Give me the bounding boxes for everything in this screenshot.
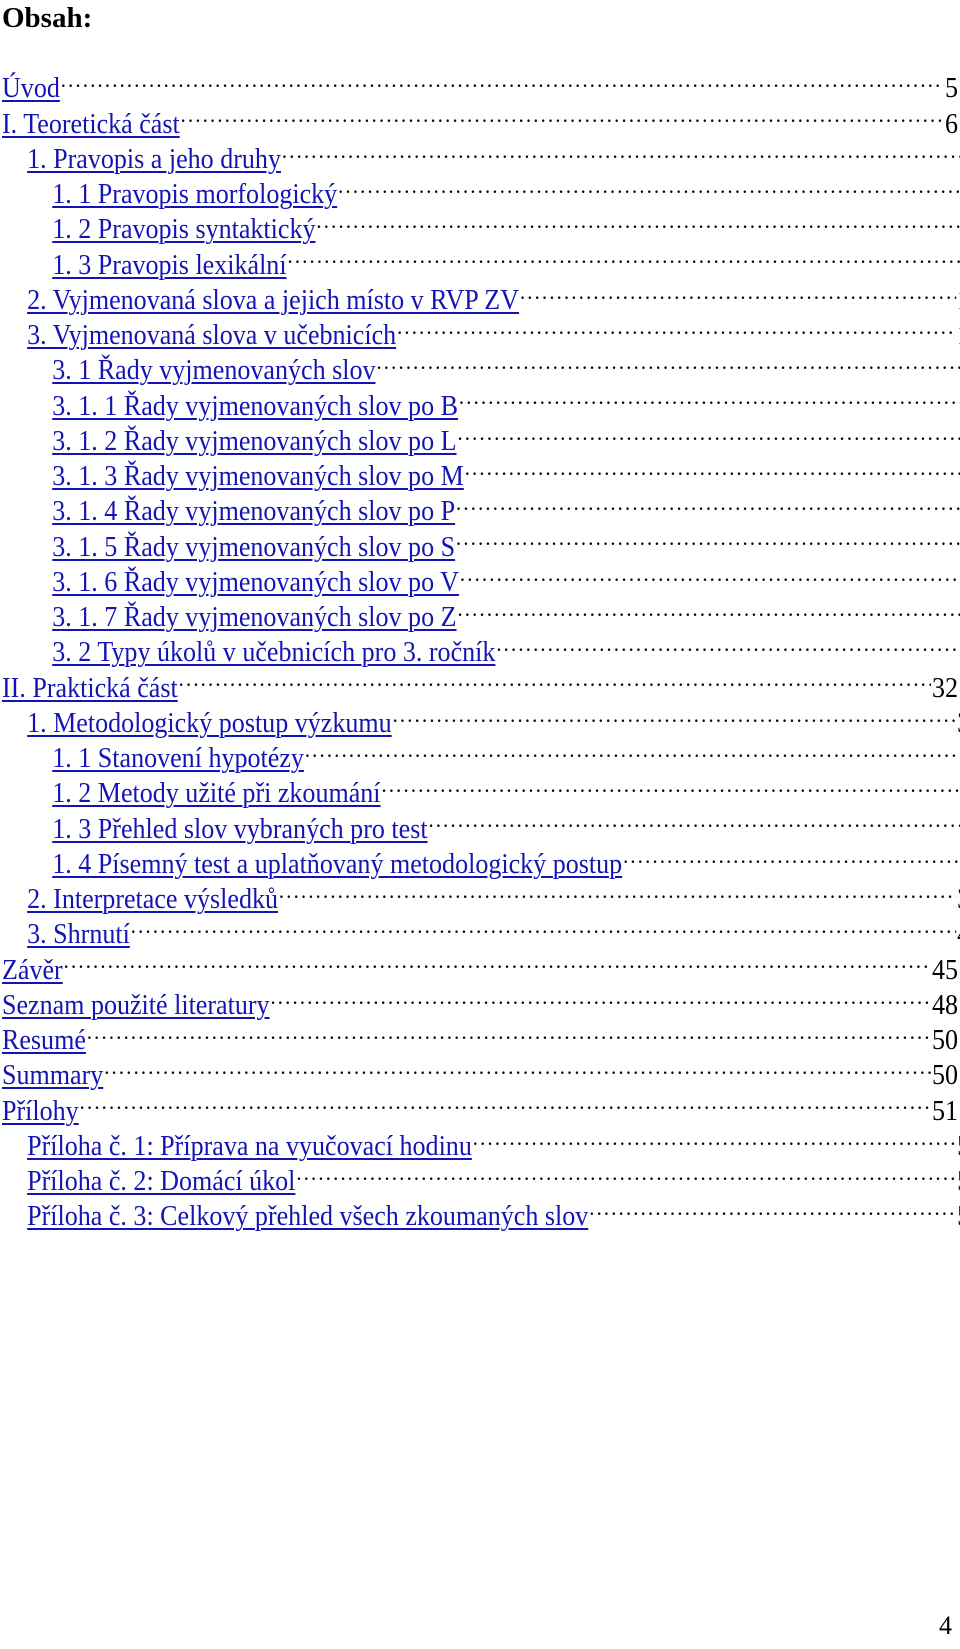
dot-leader (296, 1155, 956, 1190)
toc-entry: 3. 1 Řady vyjmenovaných slov17 (2, 344, 960, 386)
dot-leader (456, 520, 960, 555)
dot-leader (270, 979, 931, 1014)
toc-entry: 1. 3 Přehled slov vybraných pro test33 (2, 802, 960, 844)
toc-entry: 1. Metodologický postup výzkumu32 (2, 697, 960, 739)
toc-entry: 1. 1 Pravopis morfologický6 (2, 168, 960, 210)
toc-entry: 1. 1 Stanovení hypotézy32 (2, 732, 960, 774)
dot-leader (305, 732, 960, 767)
toc-entry: 3. 1. 2 Řady vyjmenovaných slov po L18 (2, 415, 960, 457)
table-of-contents: Úvod5I. Teoretická část61. Pravopis a je… (2, 62, 960, 1232)
dot-leader (381, 767, 960, 802)
toc-entry: Přílohy51 (2, 1084, 958, 1126)
toc-entry: 3. Vyjmenovaná slova v učebnicích16 (2, 309, 960, 351)
page-number: 4 (939, 1611, 952, 1640)
toc-entry: 1. 3 Pravopis lexikální7 (2, 238, 960, 280)
toc-entry: 3. 1. 6 Řady vyjmenovaných slov po V22 (2, 556, 960, 598)
dot-leader (428, 802, 960, 837)
dot-leader (589, 1190, 956, 1225)
dot-leader (520, 274, 956, 309)
dot-leader (316, 203, 960, 238)
toc-entry: 3. 1. 3 Řady vyjmenovaných slov po M19 (2, 450, 960, 492)
toc-entry: 3. Shrnutí43 (2, 908, 960, 950)
dot-leader (179, 661, 931, 696)
dot-leader (61, 62, 944, 97)
toc-entry: Summary50 (2, 1049, 958, 1091)
page-title: Obsah: (2, 2, 93, 34)
dot-leader (623, 838, 960, 873)
dot-leader (279, 873, 956, 908)
toc-entry: 1. 2 Metody užité při zkoumání32 (2, 767, 960, 809)
toc-entry: Resumé50 (2, 1014, 958, 1056)
dot-leader (131, 908, 956, 943)
toc-entry: 2. Interpretace výsledků35 (2, 873, 960, 915)
dot-leader (465, 450, 960, 485)
toc-entry: 2. Vyjmenovaná slova a jejich místo v RV… (2, 274, 960, 316)
dot-leader (459, 379, 960, 414)
toc-entry: 3. 1. 5 Řady vyjmenovaných slov po S21 (2, 520, 960, 562)
dot-leader (64, 943, 931, 978)
toc-entry: Seznam použité literatury48 (2, 979, 958, 1021)
toc-entry: 3. 1. 4 Řady vyjmenovaných slov po P20 (2, 485, 960, 527)
dot-leader (80, 1084, 931, 1119)
dot-leader (393, 697, 957, 732)
dot-leader (460, 556, 960, 591)
toc-entry: 3. 2 Typy úkolů v učebnicích pro 3. ročn… (2, 626, 960, 668)
dot-leader (287, 238, 960, 273)
toc-entry: II. Praktická část32 (2, 661, 958, 703)
toc-entry: Závěr45 (2, 943, 958, 985)
dot-leader (181, 97, 944, 132)
toc-entry: I. Teoretická část6 (2, 97, 958, 139)
toc-entry: 1. 4 Písemný test a uplatňovaný metodolo… (2, 838, 960, 880)
toc-entry: Úvod5 (2, 62, 958, 104)
toc-entry: 1. 2 Pravopis syntaktický6 (2, 203, 960, 245)
dot-leader (457, 415, 960, 450)
dot-leader (457, 591, 960, 626)
toc-entry-link[interactable]: Příloha č. 3: Celkový přehled všech zkou… (27, 1199, 588, 1234)
dot-leader (397, 309, 956, 344)
toc-entry: Příloha č. 1: Příprava na vyučovací hodi… (2, 1120, 960, 1162)
dot-leader (282, 133, 960, 168)
dot-leader (376, 344, 960, 379)
toc-entry: 3. 1. 1 Řady vyjmenovaných slov po B17 (2, 379, 960, 421)
toc-entry: 1. Pravopis a jeho druhy6 (2, 133, 960, 175)
dot-leader (104, 1049, 931, 1084)
toc-entry: Příloha č. 2: Domácí úkol56 (2, 1155, 960, 1197)
toc-entry: 3. 1. 7 Řady vyjmenovaných slov po Z23 (2, 591, 960, 633)
dot-leader (87, 1014, 931, 1049)
dot-leader (496, 626, 960, 661)
dot-leader (456, 485, 960, 520)
toc-entry: Příloha č. 3: Celkový přehled všech zkou… (2, 1190, 960, 1232)
dot-leader (473, 1120, 956, 1155)
dot-leader (338, 168, 960, 203)
